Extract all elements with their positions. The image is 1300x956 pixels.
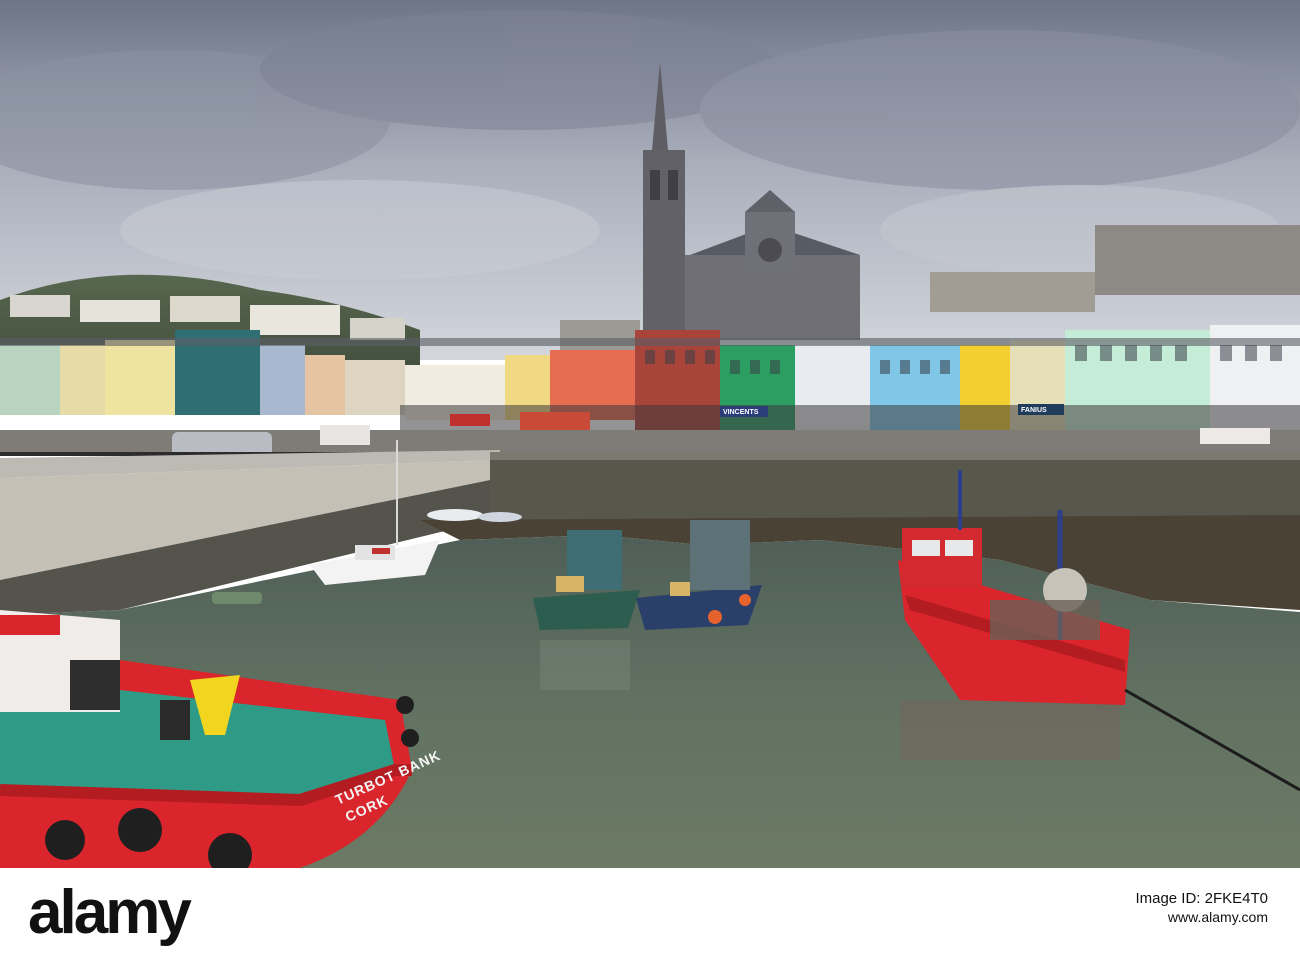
shop-sign-fanius: FANIUS <box>1021 407 1047 414</box>
waterfront-terrace: VINCENTS FANIUS <box>0 325 1300 442</box>
alamy-url: www.alamy.com <box>1167 909 1268 925</box>
harbour-scene: VINCENTS FANIUS TURBOT BANK CORK <box>0 0 1300 868</box>
image-id: Image ID: 2FKE4T0 <box>1135 890 1268 907</box>
image-meta: Image ID: 2FKE4T0 www.alamy.com <box>1135 890 1268 926</box>
shop-sign-vincents: VINCENTS <box>723 409 759 416</box>
alamy-logo: alamy <box>28 882 192 944</box>
alamy-logo-text: alamy <box>28 878 192 947</box>
harbour-photo: VINCENTS FANIUS TURBOT BANK CORK <box>0 0 1300 868</box>
stock-footer: alamy Image ID: 2FKE4T0 www.alamy.com <box>0 868 1300 956</box>
harbour-wall <box>490 452 1300 522</box>
